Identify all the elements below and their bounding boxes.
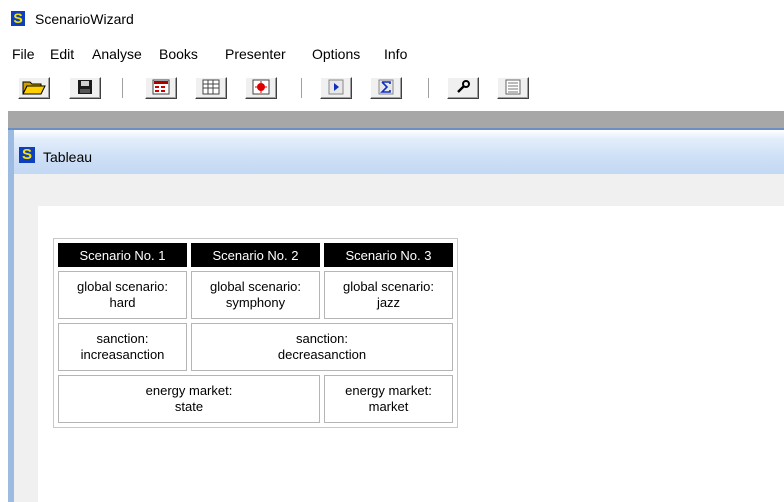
scenario-cell: energy market: market [324, 375, 453, 423]
document-button[interactable] [497, 77, 529, 99]
toolbar-separator [428, 78, 430, 98]
cell-value: market [368, 399, 409, 414]
save-button[interactable] [69, 77, 101, 99]
red-star-icon [252, 79, 270, 98]
cell-value: decreasanction [277, 347, 367, 362]
cell-value: state [174, 399, 204, 414]
scenario-tableau: Scenario No. 1 Scenario No. 2 Scenario N… [53, 238, 458, 428]
child-window-logo-icon: S [19, 147, 35, 163]
menu-bar: File Edit Analyse Books Presenter Option… [0, 42, 784, 64]
cell-value: increasanction [80, 347, 165, 362]
menu-analyse[interactable]: Analyse [92, 46, 142, 62]
scenario-header: Scenario No. 3 [324, 243, 453, 267]
child-window-titlebar[interactable] [14, 130, 784, 174]
table-grid-icon [202, 79, 220, 98]
scenario-header: Scenario No. 1 [58, 243, 187, 267]
cell-descriptor: global scenario: [209, 279, 302, 294]
play-icon [328, 79, 344, 98]
red-star-button[interactable] [245, 77, 277, 99]
cell-descriptor: sanction: [96, 331, 149, 346]
save-disk-icon [77, 79, 93, 98]
cell-descriptor: energy market: [345, 383, 432, 398]
table-grid-button[interactable] [195, 77, 227, 99]
cell-descriptor: global scenario: [342, 279, 435, 294]
cell-value: hard [109, 295, 136, 310]
scenario-cell: global scenario: hard [58, 271, 187, 319]
scenario-cell: energy market: state [58, 375, 320, 423]
toolbar-separator [301, 78, 303, 98]
scenario-cell: sanction: increasanction [58, 323, 187, 371]
header-row: Scenario No. 1 Scenario No. 2 Scenario N… [58, 243, 453, 267]
menu-file[interactable]: File [12, 46, 35, 62]
menu-presenter[interactable]: Presenter [225, 46, 286, 62]
cell-value: symphony [225, 295, 286, 310]
menu-options[interactable]: Options [312, 46, 360, 62]
sigma-icon [378, 79, 394, 98]
mdi-background [8, 111, 784, 128]
wrench-button[interactable] [447, 77, 479, 99]
table-row: sanction: increasanction sanction: decre… [58, 323, 453, 371]
wrench-icon [455, 79, 471, 98]
sigma-button[interactable] [370, 77, 402, 99]
menu-info[interactable]: Info [384, 46, 407, 62]
menu-edit[interactable]: Edit [50, 46, 74, 62]
client-area-margin-top [14, 174, 784, 206]
toolbar [0, 76, 784, 102]
cell-descriptor: global scenario: [76, 279, 169, 294]
scenario-cell: global scenario: symphony [191, 271, 320, 319]
cell-descriptor: energy market: [145, 383, 233, 398]
open-button[interactable] [18, 77, 50, 99]
title-bar: S ScenarioWizard [0, 0, 784, 34]
menu-books[interactable]: Books [159, 46, 198, 62]
red-grid-icon [152, 79, 170, 98]
client-area-margin [14, 174, 38, 502]
cell-value: jazz [376, 295, 401, 310]
scenario-cell: sanction: decreasanction [191, 323, 453, 371]
app-logo-icon: S [11, 11, 25, 26]
scenario-cell: global scenario: jazz [324, 271, 453, 319]
table-row: energy market: state energy market: mark… [58, 375, 453, 423]
table-row: global scenario: hard global scenario: s… [58, 271, 453, 319]
red-grid-button[interactable] [145, 77, 177, 99]
scenario-header: Scenario No. 2 [191, 243, 320, 267]
child-window-title: Tableau [43, 149, 93, 165]
play-button[interactable] [320, 77, 352, 99]
cell-descriptor: sanction: [295, 331, 349, 346]
document-lines-icon [504, 79, 522, 98]
app-title: ScenarioWizard [35, 11, 134, 27]
open-folder-icon [22, 79, 46, 98]
toolbar-separator [122, 78, 124, 98]
